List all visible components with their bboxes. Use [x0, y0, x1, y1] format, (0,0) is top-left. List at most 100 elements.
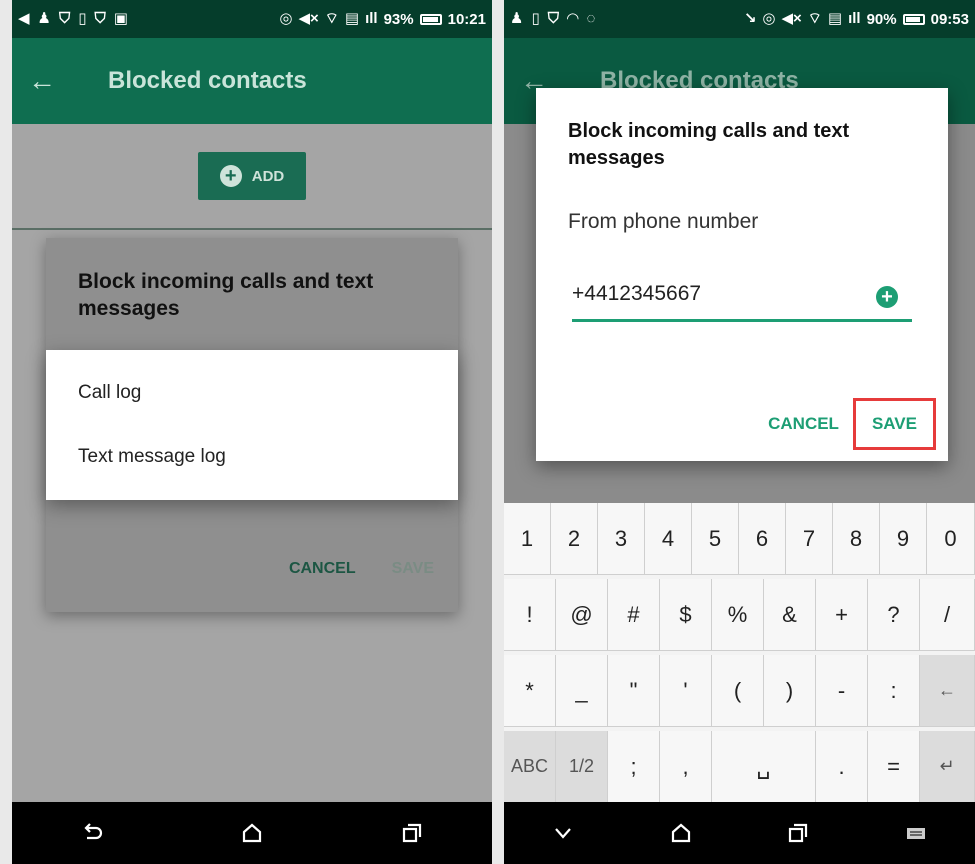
back-arrow-icon[interactable]: ← [12, 65, 72, 97]
key-4[interactable]: 4 [645, 503, 692, 575]
nfc-icon: ▤ [344, 10, 360, 27]
key-3[interactable]: 3 [598, 503, 645, 575]
dialog-title: Block incoming calls and text messages [78, 270, 374, 320]
block-number-dialog: Block incoming calls and text messages F… [536, 88, 948, 461]
dialog-actions: CANCEL SAVE [289, 560, 434, 578]
key-0[interactable]: 0 [927, 503, 975, 575]
keyboard-switch-icon[interactable] [886, 813, 946, 853]
message-icon: ◀ [18, 10, 30, 27]
key-plus[interactable]: + [816, 579, 868, 651]
key-equals[interactable]: = [868, 731, 920, 803]
key-6[interactable]: 6 [739, 503, 786, 575]
enter-key-icon[interactable]: ↵ [920, 731, 975, 803]
keyboard-row-3: * _ " ' ( ) - : ← [504, 655, 975, 727]
wifi-icon: ⌔ [324, 10, 339, 27]
key-hash[interactable]: # [608, 579, 660, 651]
person-icon: ♟ [510, 10, 524, 27]
key-page-toggle[interactable]: 1/2 [556, 731, 608, 803]
key-close-paren[interactable]: ) [764, 655, 816, 727]
save-button[interactable]: SAVE [392, 560, 434, 578]
target-icon: ◎ [762, 10, 776, 27]
key-semicolon[interactable]: ; [608, 731, 660, 803]
nav-bar [12, 802, 492, 864]
wifi-icon: ⌔ [807, 10, 822, 27]
code-icon: ▣ [113, 10, 128, 27]
headset-icon: ◠ [566, 10, 579, 27]
status-time: 09:53 [930, 10, 969, 28]
cancel-button[interactable]: CANCEL [768, 414, 839, 434]
save-button[interactable]: SAVE [852, 398, 936, 450]
key-at[interactable]: @ [556, 579, 608, 651]
key-question[interactable]: ? [868, 579, 920, 651]
device-icon: ▯ [78, 10, 87, 27]
dialog-title: Block incoming calls and text messages [568, 120, 850, 169]
key-7[interactable]: 7 [786, 503, 833, 575]
device-icon: ▯ [531, 10, 540, 27]
hide-keyboard-icon[interactable] [533, 813, 593, 853]
recent-apps-icon[interactable] [768, 813, 828, 853]
status-bar: ♟ ▯ ⛉ ◠ ◌ ↘ ◎ ◀× ⌔ ▤ ıll 90% 09:53 [504, 0, 975, 38]
key-9[interactable]: 9 [880, 503, 927, 575]
phone-left: ◀ ♟ ⛉ ▯ ⛉ ▣ ◎ ◀× ⌔ ▤ ıll 93% 10:21 ← Blo… [12, 0, 492, 864]
key-space[interactable]: ␣ [712, 731, 816, 803]
shield-icon: ⛉ [59, 10, 71, 27]
battery-percent: 93% [383, 10, 414, 28]
home-icon[interactable] [222, 813, 282, 853]
person-icon: ♟ [37, 10, 51, 27]
key-2[interactable]: 2 [551, 503, 598, 575]
mute-icon: ◀× [298, 10, 319, 27]
page-title: Blocked contacts [108, 67, 307, 94]
key-double-quote[interactable]: " [608, 655, 660, 727]
battery-percent: 90% [866, 10, 897, 28]
key-underscore[interactable]: _ [556, 655, 608, 727]
shield-icon: ⛉ [547, 10, 559, 27]
backspace-key-icon[interactable]: ← [920, 655, 975, 727]
menu-item-text-message-log[interactable]: Text message log [78, 446, 226, 468]
keyboard-row-4: ABC 1/2 ; , ␣ . = ↵ [504, 731, 975, 803]
key-5[interactable]: 5 [692, 503, 739, 575]
menu-item-call-log[interactable]: Call log [78, 382, 141, 404]
plus-circle-icon: + [219, 165, 242, 187]
key-8[interactable]: 8 [833, 503, 880, 575]
home-icon[interactable] [651, 813, 711, 853]
add-button-label: ADD [251, 167, 285, 185]
keyboard: 1 2 3 4 5 6 7 8 9 0 ! @ # $ % & + ? / * … [504, 503, 975, 803]
nav-bar [504, 802, 975, 864]
signal-icon: ıll [848, 10, 861, 27]
status-bar: ◀ ♟ ⛉ ▯ ⛉ ▣ ◎ ◀× ⌔ ▤ ıll 93% 10:21 [12, 0, 492, 38]
back-nav-icon[interactable] [62, 813, 122, 853]
missed-call-icon: ↘ [743, 10, 757, 27]
keyboard-row-2: ! @ # $ % & + ? / [504, 579, 975, 651]
divider [12, 228, 492, 230]
shield-check-icon: ⛉ [94, 10, 106, 27]
source-menu: Call log Text message log [46, 350, 458, 500]
app-bar: ← Blocked contacts [12, 38, 492, 124]
key-comma[interactable]: , [660, 731, 712, 803]
key-exclamation[interactable]: ! [504, 579, 556, 651]
add-contact-icon[interactable]: + [876, 286, 898, 308]
phone-number-input[interactable] [572, 282, 862, 312]
key-period[interactable]: . [816, 731, 868, 803]
key-asterisk[interactable]: * [504, 655, 556, 727]
phone-number-field[interactable]: + [572, 282, 912, 322]
key-single-quote[interactable]: ' [660, 655, 712, 727]
key-ampersand[interactable]: & [764, 579, 816, 651]
key-1[interactable]: 1 [504, 503, 551, 575]
key-colon[interactable]: : [868, 655, 920, 727]
mute-icon: ◀× [781, 10, 802, 27]
cancel-button[interactable]: CANCEL [289, 560, 356, 578]
key-open-paren[interactable]: ( [712, 655, 764, 727]
key-minus[interactable]: - [816, 655, 868, 727]
dialog-subtitle: From phone number [568, 210, 759, 233]
target-icon: ◎ [279, 10, 293, 27]
add-button[interactable]: + ADD [198, 152, 306, 200]
key-abc[interactable]: ABC [504, 731, 556, 803]
battery-icon [902, 13, 925, 25]
keyboard-row-1: 1 2 3 4 5 6 7 8 9 0 [504, 503, 975, 575]
recent-apps-icon[interactable] [382, 813, 442, 853]
power-icon: ◌ [586, 10, 596, 27]
battery-icon [419, 13, 442, 25]
key-slash[interactable]: / [920, 579, 975, 651]
key-dollar[interactable]: $ [660, 579, 712, 651]
key-percent[interactable]: % [712, 579, 764, 651]
